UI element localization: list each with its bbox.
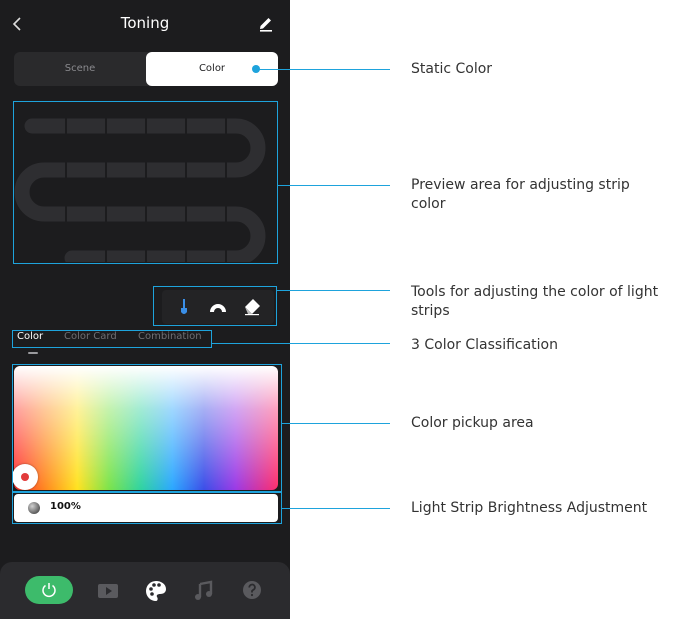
annotation-pickup-area: Color pickup area [411, 415, 534, 431]
annotation-preview-area: Preview area for adjusting strip color [411, 177, 630, 212]
mode-switch: Scene Color [14, 52, 278, 86]
pencil-icon [260, 18, 272, 32]
tabs-highlight [12, 330, 212, 348]
edit-button[interactable] [256, 14, 276, 34]
active-tab-indicator [28, 352, 38, 354]
annotation-brightness: Light Strip Brightness Adjustment [411, 500, 648, 516]
scene-tab[interactable]: Scene [14, 52, 146, 86]
brightness-highlight [12, 492, 282, 524]
picker-highlight [12, 364, 282, 492]
power-button[interactable] [25, 576, 73, 604]
music-icon[interactable] [193, 576, 215, 604]
preview-area-leader [278, 185, 390, 186]
brightness-leader [282, 508, 390, 509]
video-icon[interactable] [97, 576, 119, 604]
app-header: Toning [0, 0, 290, 48]
page-title: Toning [120, 14, 170, 32]
preview-area-highlight [13, 101, 278, 264]
help-icon[interactable] [240, 576, 264, 604]
tools-leader [277, 290, 390, 291]
annotation-static-color: Static Color [411, 61, 493, 77]
static-color-leader [258, 69, 390, 70]
power-icon [42, 583, 56, 598]
annotation-tools: Tools for adjusting the color of light s… [411, 284, 659, 319]
tools-highlight [153, 286, 277, 326]
palette-icon[interactable] [144, 576, 168, 604]
pickup-area-leader [282, 423, 390, 424]
annotation-classification: 3 Color Classification [411, 337, 558, 353]
bottom-tab-bar [0, 562, 290, 619]
classification-leader [212, 343, 390, 344]
